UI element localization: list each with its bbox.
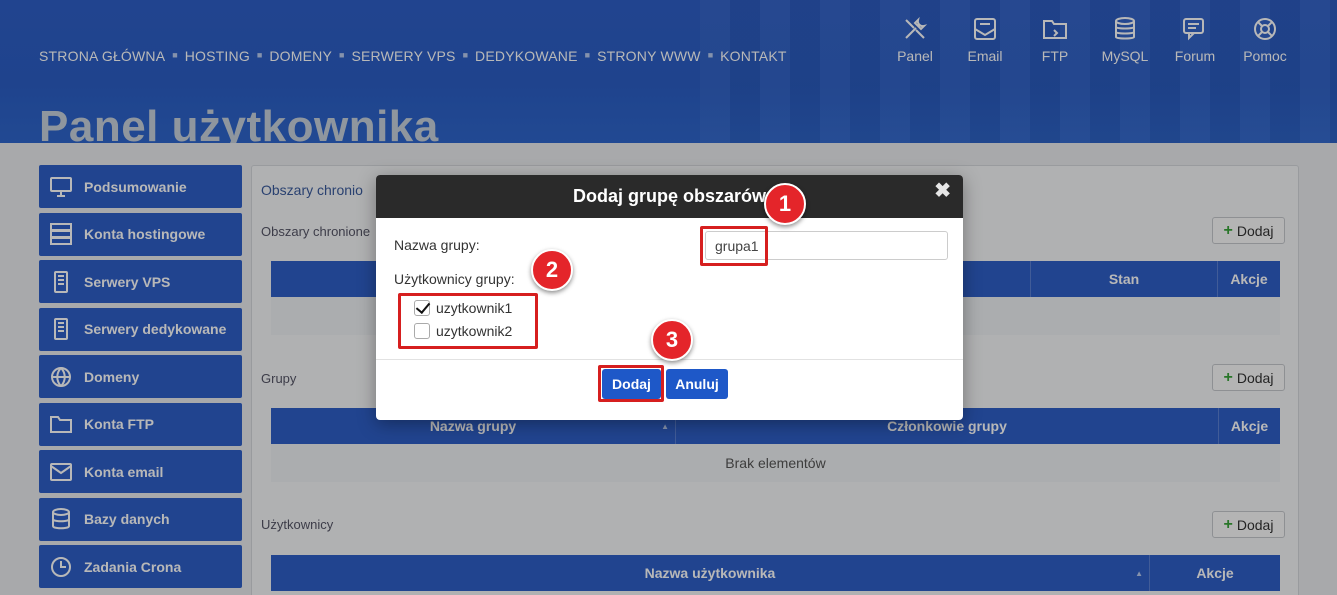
highlight-group-users bbox=[398, 293, 538, 349]
group-users-label: Użytkownicy grupy: bbox=[394, 271, 515, 287]
close-icon[interactable]: ✖ bbox=[934, 178, 951, 203]
dialog-header: Dodaj grupę obszarów ✖ bbox=[376, 175, 963, 218]
group-name-label: Nazwa grupy: bbox=[394, 237, 480, 253]
dialog-title: Dodaj grupę obszarów bbox=[572, 186, 767, 206]
cancel-button[interactable]: Anuluj bbox=[666, 369, 728, 399]
step-badge-1: 1 bbox=[764, 183, 806, 225]
step-badge-3: 3 bbox=[651, 319, 693, 361]
highlight-group-name bbox=[700, 226, 768, 266]
step-badge-2: 2 bbox=[531, 249, 573, 291]
highlight-submit bbox=[598, 365, 664, 402]
